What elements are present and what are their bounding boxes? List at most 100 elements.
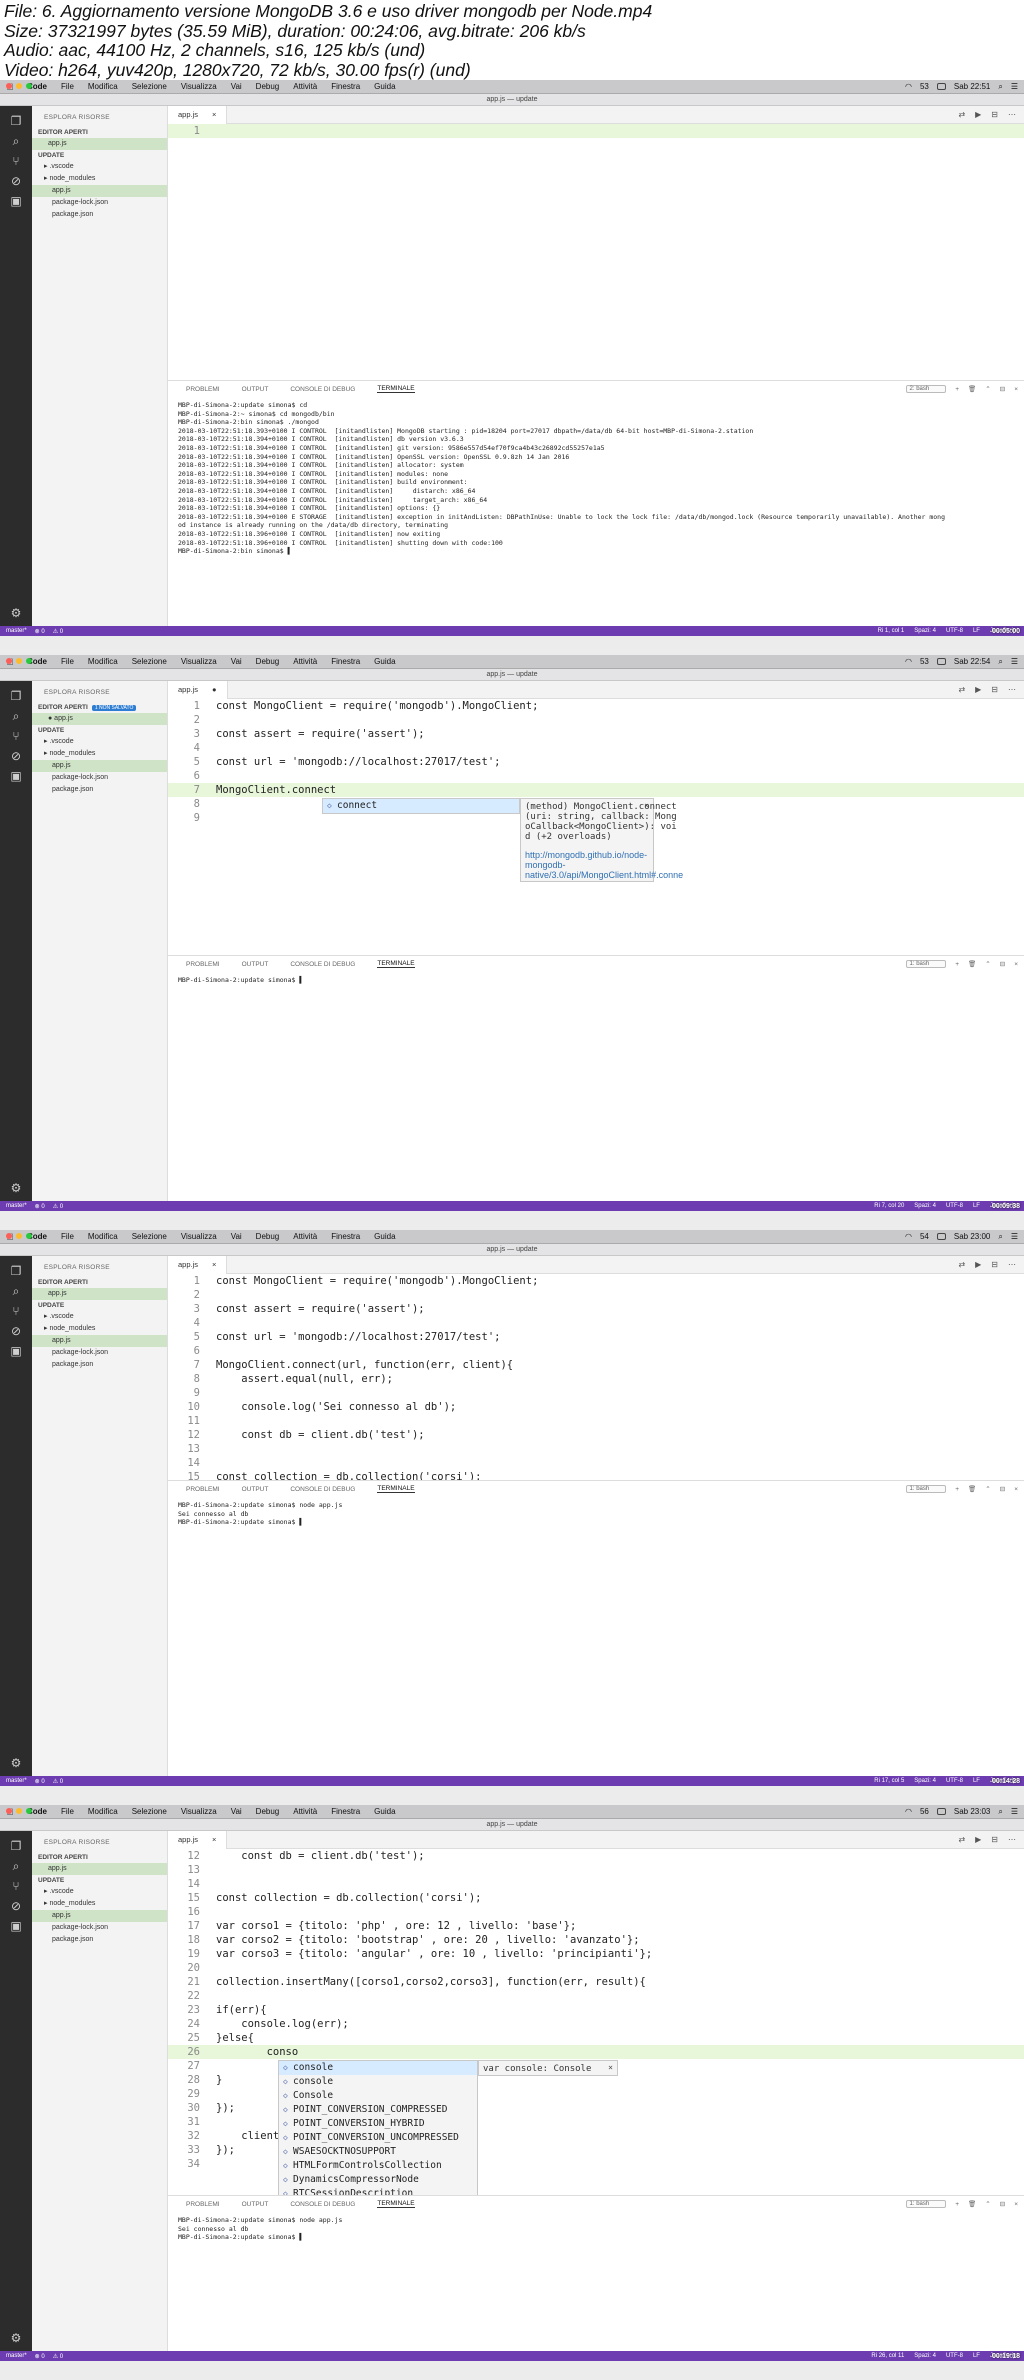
more-actions-icon[interactable]: ⋯ bbox=[1008, 1835, 1016, 1844]
tab-close-icon[interactable]: × bbox=[212, 1260, 216, 1269]
zoom-window-button[interactable] bbox=[26, 658, 32, 664]
warnings-count[interactable]: ⚠ 0 bbox=[53, 2353, 63, 2360]
notification-icon[interactable]: ☰ bbox=[1011, 1232, 1018, 1241]
notification-icon[interactable]: ☰ bbox=[1011, 657, 1018, 666]
open-changes-icon[interactable]: ⇄ bbox=[958, 685, 965, 694]
code-line[interactable]: 12 const db = client.db('test'); bbox=[168, 1849, 1024, 1863]
suggestion-item[interactable]: ◇ POINT_CONVERSION_HYBRID bbox=[279, 2117, 477, 2131]
source-control-icon[interactable]: ⑂ bbox=[9, 1879, 23, 1893]
menubar-clock[interactable]: Sab 23:03 bbox=[954, 1807, 990, 1816]
manage-gear-icon[interactable]: ⚙ bbox=[9, 1756, 23, 1770]
search-icon[interactable]: ⌕ bbox=[9, 1284, 23, 1298]
code-line[interactable]: 2 bbox=[168, 713, 1024, 727]
code-line[interactable]: 23 if(err){ bbox=[168, 2003, 1024, 2017]
indentation[interactable]: Spazi: 4 bbox=[914, 1778, 936, 1784]
code-line[interactable]: 16 bbox=[168, 1905, 1024, 1919]
split-editor-icon[interactable]: ⊟ bbox=[991, 1260, 998, 1269]
code-line[interactable]: 9 bbox=[168, 1386, 1024, 1400]
errors-count[interactable]: ⊗ 0 bbox=[35, 2353, 45, 2360]
menubar-clock[interactable]: Sab 22:54 bbox=[954, 657, 990, 666]
extensions-icon[interactable]: ▣ bbox=[9, 769, 23, 783]
run-icon[interactable]: ▶ bbox=[975, 1835, 981, 1844]
code-line[interactable]: 10 console.log('Sei connesso al db'); bbox=[168, 1400, 1024, 1414]
errors-count[interactable]: ⊗ 0 bbox=[35, 1203, 45, 1210]
minimize-window-button[interactable] bbox=[16, 658, 22, 664]
open-editors-header[interactable]: EDITOR APERTI bbox=[32, 1277, 167, 1288]
menubar-clock[interactable]: Sab 23:00 bbox=[954, 1232, 990, 1241]
zoom-window-button[interactable] bbox=[26, 83, 32, 89]
menu-item-modifica[interactable]: Modifica bbox=[81, 82, 125, 91]
file-tree-item[interactable]: ▸ .vscode bbox=[32, 1311, 167, 1323]
open-changes-icon[interactable]: ⇄ bbox=[958, 110, 965, 119]
split-panel-icon[interactable]: ⊟ bbox=[1000, 2200, 1005, 2208]
code-area[interactable]: 1 bbox=[168, 124, 1024, 138]
line-ending[interactable]: LF bbox=[973, 1203, 980, 1209]
run-icon[interactable]: ▶ bbox=[975, 1260, 981, 1269]
minimize-window-button[interactable] bbox=[16, 83, 22, 89]
menu-item-guida[interactable]: Guida bbox=[367, 82, 402, 91]
split-panel-icon[interactable]: ⊟ bbox=[1000, 960, 1005, 968]
menu-item-finestra[interactable]: Finestra bbox=[324, 82, 367, 91]
notification-icon[interactable]: ☰ bbox=[1011, 1807, 1018, 1816]
code-line[interactable]: 11 bbox=[168, 1414, 1024, 1428]
menu-item-attività[interactable]: Attività bbox=[286, 657, 324, 666]
zoom-window-button[interactable] bbox=[26, 1233, 32, 1239]
suggestion-item[interactable]: ◇ POINT_CONVERSION_UNCOMPRESSED bbox=[279, 2131, 477, 2145]
panel-tab-problemi[interactable]: PROBLEMI bbox=[186, 386, 220, 393]
panel-tab-problemi[interactable]: PROBLEMI bbox=[186, 1486, 220, 1493]
explorer-icon[interactable]: ❐ bbox=[9, 689, 23, 703]
close-panel-icon[interactable]: × bbox=[1014, 961, 1018, 968]
spotlight-icon[interactable]: ⌕ bbox=[998, 1807, 1002, 1817]
folder-header-update[interactable]: UPDATE bbox=[32, 150, 167, 161]
panel-tab-output[interactable]: OUTPUT bbox=[242, 961, 269, 968]
code-line[interactable]: 24 console.log(err); bbox=[168, 2017, 1024, 2031]
notification-icon[interactable]: ☰ bbox=[1011, 82, 1018, 91]
menu-item-selezione[interactable]: Selezione bbox=[125, 1232, 174, 1241]
autocomplete-suggestions[interactable]: ◇ connect bbox=[322, 798, 520, 814]
spotlight-icon[interactable]: ⌕ bbox=[998, 82, 1002, 92]
code-line[interactable]: 1 const MongoClient = require('mongodb').… bbox=[168, 699, 1024, 713]
kill-terminal-icon[interactable]: 🗑 bbox=[968, 960, 976, 968]
panel-tab-console-di-debug[interactable]: CONSOLE DI DEBUG bbox=[290, 961, 355, 968]
file-tree-item[interactable]: ▸ node_modules bbox=[32, 173, 167, 185]
autocomplete-suggestions[interactable]: ◇ console ◇ console ◇ Console ◇ POINT_CONVERSIO… bbox=[278, 2060, 478, 2216]
indentation[interactable]: Spazi: 4 bbox=[914, 2353, 936, 2359]
tab-app-js[interactable]: app.js × bbox=[168, 1830, 228, 1849]
file-tree-item[interactable]: package-lock.json bbox=[32, 197, 167, 209]
battery-icon[interactable] bbox=[936, 658, 946, 665]
code-line[interactable]: 22 bbox=[168, 1989, 1024, 2003]
file-tree-item[interactable]: ▸ .vscode bbox=[32, 1886, 167, 1898]
split-editor-icon[interactable]: ⊟ bbox=[991, 1835, 998, 1844]
indentation[interactable]: Spazi: 4 bbox=[914, 1203, 936, 1209]
panel-tab-console-di-debug[interactable]: CONSOLE DI DEBUG bbox=[290, 1486, 355, 1493]
panel-tab-problemi[interactable]: PROBLEMI bbox=[186, 961, 220, 968]
file-tree-item[interactable]: ▸ node_modules bbox=[32, 748, 167, 760]
debug-icon[interactable]: ⊘ bbox=[9, 174, 23, 188]
maximize-panel-icon[interactable]: ⌃ bbox=[985, 1485, 990, 1493]
maximize-panel-icon[interactable]: ⌃ bbox=[985, 385, 990, 393]
cursor-position[interactable]: Ri 17, col 5 bbox=[874, 1778, 904, 1784]
new-terminal-icon[interactable]: + bbox=[955, 1486, 959, 1493]
split-editor-icon[interactable]: ⊟ bbox=[991, 685, 998, 694]
menu-item-visualizza[interactable]: Visualizza bbox=[174, 657, 224, 666]
manage-gear-icon[interactable]: ⚙ bbox=[9, 606, 23, 620]
tab-close-icon[interactable]: × bbox=[212, 110, 216, 119]
folder-header-update[interactable]: UPDATE bbox=[32, 1875, 167, 1886]
split-panel-icon[interactable]: ⊟ bbox=[1000, 385, 1005, 393]
menu-item-vai[interactable]: Vai bbox=[224, 1807, 249, 1816]
terminal-selector[interactable]: 1: bash bbox=[905, 2200, 947, 2208]
panel-tab-problemi[interactable]: PROBLEMI bbox=[186, 2201, 220, 2208]
warnings-count[interactable]: ⚠ 0 bbox=[53, 628, 63, 635]
wifi-icon[interactable]: ◠ bbox=[905, 1807, 912, 1816]
split-editor-icon[interactable]: ⊟ bbox=[991, 110, 998, 119]
code-line[interactable]: 14 bbox=[168, 1877, 1024, 1891]
git-branch[interactable]: master* bbox=[6, 1778, 27, 1785]
extensions-icon[interactable]: ▣ bbox=[9, 194, 23, 208]
menu-item-debug[interactable]: Debug bbox=[249, 657, 287, 666]
manage-gear-icon[interactable]: ⚙ bbox=[9, 1181, 23, 1195]
terminal-output[interactable]: MBP-di-Simona-2:update simona$ ▌ bbox=[168, 972, 1024, 989]
code-line[interactable]: 6 bbox=[168, 1344, 1024, 1358]
more-actions-icon[interactable]: ⋯ bbox=[1008, 110, 1016, 119]
code-line[interactable]: 12 const db = client.db('test'); bbox=[168, 1428, 1024, 1442]
open-editor-item[interactable]: app.js bbox=[32, 1288, 167, 1300]
